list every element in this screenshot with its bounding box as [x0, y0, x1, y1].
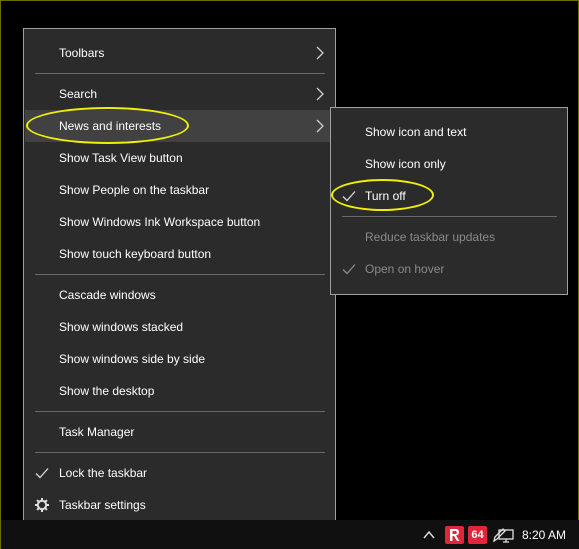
menu-item-task-manager[interactable]: Task Manager [25, 416, 334, 448]
menu-item-show-the-desktop[interactable]: Show the desktop [25, 375, 334, 407]
menu-item-taskbar-settings[interactable]: Taskbar settings [25, 489, 334, 521]
submenu-item-label: Turn off [365, 189, 406, 203]
badge-64-icon[interactable]: 64 [468, 526, 487, 544]
menu-item-label: Taskbar settings [59, 498, 146, 512]
menu-item-label: Cascade windows [59, 288, 156, 302]
menu-item-lock-the-taskbar[interactable]: Lock the taskbar [25, 457, 334, 489]
menu-separator [35, 274, 325, 275]
checkmark-icon [342, 191, 356, 202]
menu-separator [35, 73, 325, 74]
checkmark-icon [35, 468, 49, 479]
chevron-right-icon [316, 46, 324, 60]
menu-item-label: Show People on the taskbar [59, 183, 210, 197]
taskbar-context-menu: Toolbars Search News and interests Show … [23, 28, 336, 529]
submenu-item-label: Open on hover [365, 262, 445, 276]
submenu-item-show-icon-and-text[interactable]: Show icon and text [332, 116, 566, 148]
submenu-item-open-on-hover: Open on hover [332, 253, 566, 285]
menu-separator [35, 452, 325, 453]
menu-item-show-windows-stacked[interactable]: Show windows stacked [25, 311, 334, 343]
menu-item-show-task-view-button[interactable]: Show Task View button [25, 142, 334, 174]
menu-item-label: Toolbars [59, 46, 105, 60]
menu-item-show-touch-keyboard[interactable]: Show touch keyboard button [25, 238, 334, 270]
checkmark-icon [342, 264, 356, 275]
menu-item-label: Show Windows Ink Workspace button [59, 215, 261, 229]
menu-item-label: Show windows stacked [59, 320, 184, 334]
chevron-up-icon[interactable] [422, 526, 436, 544]
submenu-separator [342, 216, 557, 217]
red-app-icon[interactable] [445, 526, 464, 544]
menu-item-show-people[interactable]: Show People on the taskbar [25, 174, 334, 206]
taskbar-clock[interactable]: 8:20 AM [522, 528, 566, 542]
submenu-item-turn-off[interactable]: Turn off [332, 180, 566, 212]
chevron-right-icon [316, 87, 324, 101]
menu-separator [35, 411, 325, 412]
menu-item-label: Show Task View button [59, 151, 183, 165]
badge-64-label: 64 [471, 529, 484, 541]
submenu-item-reduce-taskbar-updates: Reduce taskbar updates [332, 221, 566, 253]
submenu-item-label: Show icon and text [365, 125, 467, 139]
menu-item-show-windows-side-by-side[interactable]: Show windows side by side [25, 343, 334, 375]
taskbar: 64 8:20 AM [1, 520, 579, 549]
menu-item-news-and-interests[interactable]: News and interests [25, 110, 334, 142]
news-and-interests-submenu: Show icon and text Show icon only Turn o… [330, 107, 568, 295]
menu-item-label: News and interests [59, 119, 162, 133]
menu-item-label: Show windows side by side [59, 352, 206, 366]
menu-item-show-windows-ink[interactable]: Show Windows Ink Workspace button [25, 206, 334, 238]
menu-item-toolbars[interactable]: Toolbars [25, 37, 334, 69]
menu-item-label: Task Manager [59, 425, 135, 439]
submenu-item-show-icon-only[interactable]: Show icon only [332, 148, 566, 180]
submenu-item-label: Show icon only [365, 157, 446, 171]
gear-icon [35, 498, 49, 512]
submenu-item-label: Reduce taskbar updates [365, 230, 496, 244]
menu-item-label: Show the desktop [59, 384, 155, 398]
screen: Toolbars Search News and interests Show … [0, 0, 579, 549]
menu-item-label: Search [59, 87, 98, 101]
menu-item-label: Lock the taskbar [59, 466, 148, 480]
menu-item-search[interactable]: Search [25, 78, 334, 110]
network-icon[interactable] [497, 526, 515, 544]
chevron-right-icon [316, 119, 324, 133]
menu-item-cascade-windows[interactable]: Cascade windows [25, 279, 334, 311]
menu-item-label: Show touch keyboard button [59, 247, 212, 261]
